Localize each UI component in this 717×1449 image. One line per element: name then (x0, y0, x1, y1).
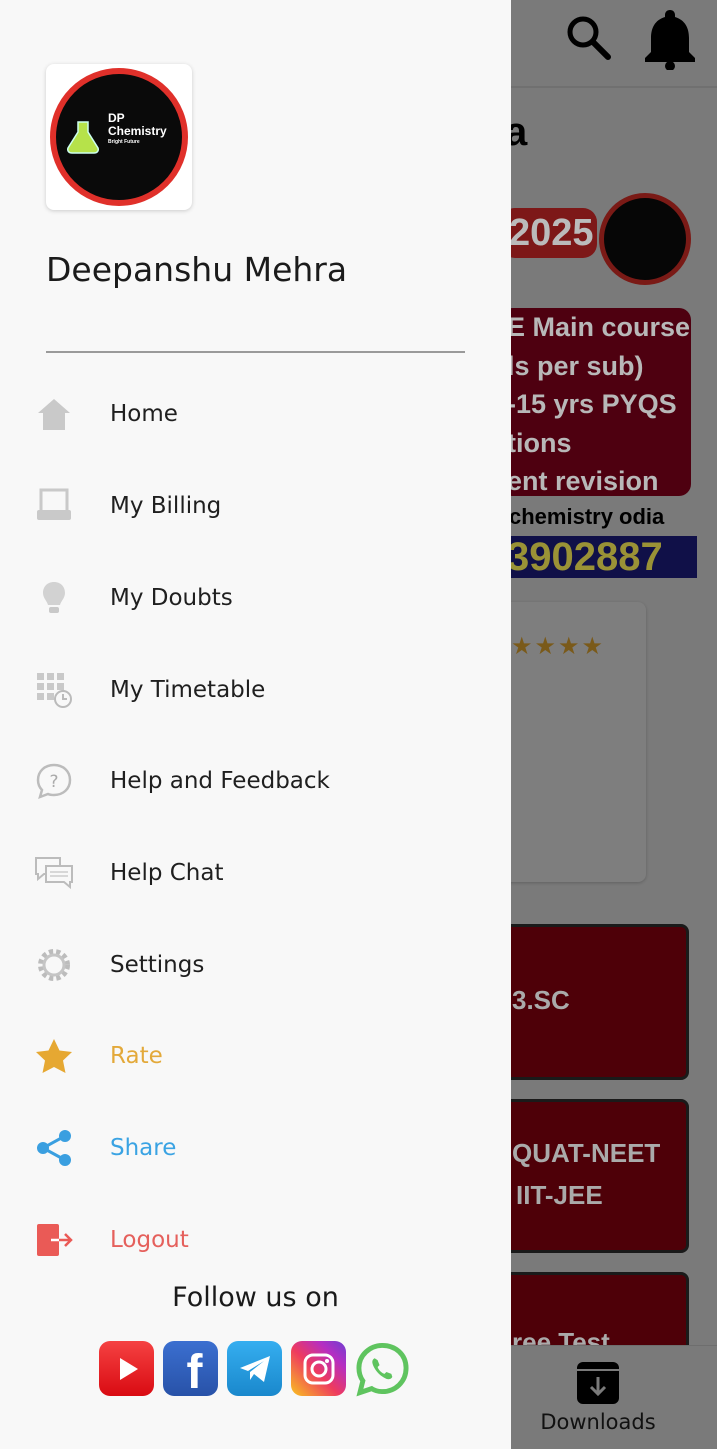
banner-logo (599, 193, 691, 285)
download-box-icon (577, 1362, 619, 1404)
flask-icon (67, 121, 99, 154)
home-icon (34, 394, 74, 434)
menu-item-my-doubts[interactable]: My Doubts (0, 568, 511, 628)
search-icon[interactable] (563, 12, 613, 62)
bottom-nav: Downloads (511, 1345, 717, 1449)
user-name: Deepanshu Mehra (46, 250, 348, 289)
menu-item-settings[interactable]: Settings (0, 935, 511, 995)
menu-item-logout[interactable]: Logout (0, 1210, 511, 1270)
app-logo: DP Chemistry Bright Future (46, 64, 192, 210)
channel-name: chemistry odia (511, 504, 665, 529)
bell-icon[interactable] (641, 6, 699, 70)
menu-item-my-timetable[interactable]: My Timetable (0, 660, 511, 720)
phone-number: 3902887 (511, 536, 697, 578)
help-icon: ? (34, 761, 74, 801)
menu-item-my-billing[interactable]: My Billing (0, 476, 511, 536)
menu-item-share[interactable]: Share (0, 1118, 511, 1178)
timetable-icon (34, 670, 74, 710)
telegram-icon[interactable] (227, 1341, 282, 1396)
banner-text: E Main course ls per sub) -15 yrs PYQS tion… (511, 312, 691, 496)
page-title-fragment: a (511, 110, 528, 154)
youtube-icon[interactable] (99, 1341, 154, 1396)
navigation-drawer: DP Chemistry Bright Future Deepanshu Mehra… (0, 0, 511, 1449)
menu-item-help-and-feedback[interactable]: ? Help and Feedback (0, 751, 511, 811)
background-screen: a 2025 E Main course ls per sub) -15 yrs P… (511, 0, 717, 1449)
gear-icon (34, 945, 74, 985)
instagram-icon[interactable] (291, 1341, 346, 1396)
downloads-tab[interactable]: Downloads (511, 1346, 685, 1449)
menu-item-help-chat[interactable]: Help Chat (0, 843, 511, 903)
rating-stars-icon: ★★★★ (511, 632, 606, 660)
facebook-icon[interactable]: f (163, 1341, 218, 1397)
menu-item-rate[interactable]: Rate (0, 1026, 511, 1086)
course-card[interactable]: QUAT-NEET IIT-JEE (511, 1099, 689, 1253)
social-links: f (99, 1341, 410, 1397)
chat-icon (34, 853, 74, 893)
logout-icon (34, 1220, 74, 1260)
billing-icon (34, 486, 74, 526)
lightbulb-icon (34, 578, 74, 618)
divider (46, 351, 465, 353)
whatsapp-icon[interactable] (355, 1341, 410, 1396)
share-icon (34, 1128, 74, 1168)
svg-text:?: ? (49, 772, 58, 792)
banner-year: 2025 (511, 208, 597, 258)
review-card: ★★★★ (511, 602, 646, 882)
logo-text: DP Chemistry Bright Future (108, 111, 167, 146)
course-card[interactable]: 3.SC (511, 924, 689, 1080)
follow-us-label: Follow us on (172, 1282, 339, 1313)
star-icon (34, 1036, 74, 1076)
menu-item-home[interactable]: Home (0, 384, 511, 444)
app-bar (511, 0, 717, 88)
